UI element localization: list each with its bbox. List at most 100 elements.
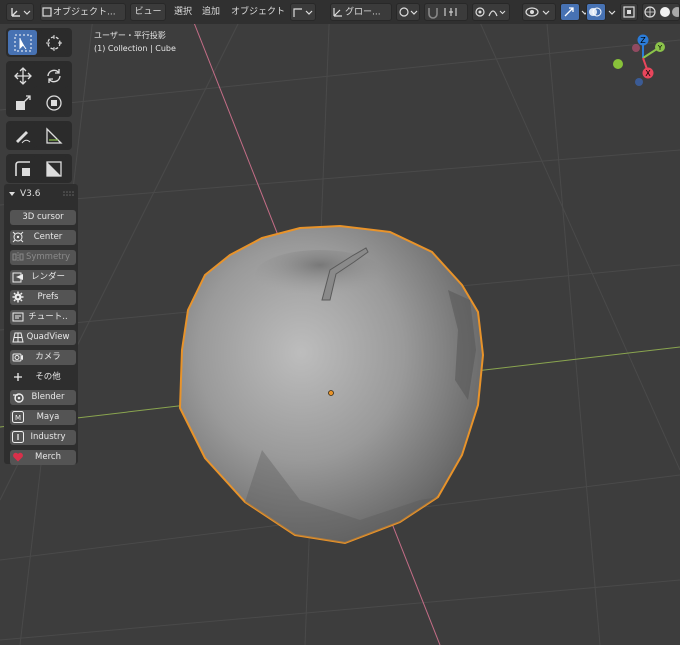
navigation-gizmo[interactable]: Z Y X [608, 30, 678, 92]
visibility-dropdown[interactable] [522, 3, 556, 21]
snap-magnet-icon [428, 8, 457, 19]
tool-shelf [6, 28, 72, 187]
mode-label: オブジェクト... [53, 7, 116, 18]
axis-editor-icon [11, 8, 31, 17]
inset-tool[interactable] [8, 156, 37, 181]
merch-label: Merch [35, 452, 61, 462]
addon-panel: V3.6 3D cursor Center Symmetry レンダー Pref… [4, 184, 78, 465]
camera-icon [12, 353, 23, 362]
xray-toggle[interactable] [620, 3, 638, 21]
gizmo-dropdown[interactable] [290, 3, 316, 21]
pivot-icon [399, 7, 418, 17]
other-button[interactable]: その他 [10, 370, 76, 385]
rotate-tool[interactable] [39, 63, 68, 88]
transform-tool-group [6, 61, 72, 117]
overlay-icon [589, 7, 602, 17]
plus-icon [14, 373, 22, 381]
collection-info: (1) Collection | Cube [94, 44, 176, 53]
add-tool-group [6, 154, 72, 183]
symmetry-button[interactable]: Symmetry [10, 250, 76, 265]
blender-label: Blender [31, 392, 65, 402]
select-box-icon [14, 34, 31, 51]
gizmo-icon [564, 7, 574, 17]
other-label: その他 [35, 372, 61, 382]
transform-icon [45, 94, 62, 111]
eye-icon [525, 7, 550, 17]
cube-wire-icon [293, 8, 313, 17]
shading-icon [644, 6, 679, 18]
render-icon [12, 272, 23, 283]
transform-orientation-icon [333, 8, 342, 17]
annotate-tool[interactable] [8, 123, 37, 148]
menu-object[interactable]: オブジェクト [228, 3, 288, 21]
tutorial-label: チュート.. [28, 312, 68, 322]
mode-dropdown[interactable]: オブジェクト... [40, 3, 126, 21]
center-icon [12, 231, 24, 243]
menu-add[interactable]: 追加 [198, 3, 224, 21]
maya-icon: M [12, 411, 24, 423]
cursor-3d-button[interactable]: 3D cursor [10, 210, 76, 225]
cursor-icon [45, 34, 62, 51]
industry-icon [12, 431, 24, 443]
shading-modes[interactable] [642, 3, 680, 21]
menu-view-label: ビュー [134, 7, 162, 17]
bevel-tool[interactable] [39, 156, 68, 181]
menu-object-label: オブジェクト [230, 7, 285, 17]
center-button[interactable]: Center [10, 230, 76, 245]
gizmo-toggle[interactable] [560, 3, 580, 21]
panel-title: V3.6 [20, 189, 41, 199]
render-label: レンダー [30, 272, 65, 282]
center-label: Center [33, 232, 63, 242]
scale-tool[interactable] [8, 90, 37, 115]
object-origin [328, 390, 334, 396]
cursor-tool[interactable] [39, 30, 68, 55]
quadview-icon [12, 332, 24, 343]
industry-label: Industry [30, 432, 66, 442]
gear-icon [12, 291, 24, 303]
orientation-dropdown[interactable]: グロー... [330, 3, 392, 21]
drag-handle-icon[interactable] [62, 190, 74, 198]
select-tool-group [6, 28, 72, 57]
menu-add-label: 追加 [201, 7, 220, 17]
proportional-edit-icon [475, 7, 506, 17]
object-mode-icon [42, 7, 52, 17]
proportional-edit-group[interactable] [472, 3, 510, 21]
bevel-icon [45, 160, 62, 177]
chevron-down-icon [608, 10, 616, 15]
maya-button[interactable]: M Maya [10, 410, 76, 425]
quadview-label: QuadView [26, 332, 70, 342]
heart-icon [13, 452, 23, 462]
snap-group[interactable] [424, 3, 468, 21]
blender-button[interactable]: Blender [10, 390, 76, 405]
tutorial-button[interactable]: チュート.. [10, 310, 76, 325]
maya-label: Maya [36, 412, 60, 422]
camera-button[interactable]: カメラ [10, 350, 76, 365]
rotate-icon [46, 68, 61, 83]
viewport-header: オブジェクト... ビュー 選択 追加 オブジェクト グロー... [0, 0, 680, 24]
symmetry-label: Symmetry [25, 252, 71, 262]
overlay-dropdown-arrow[interactable] [607, 3, 617, 21]
move-tool[interactable] [8, 63, 37, 88]
industry-button[interactable]: Industry [10, 430, 76, 445]
viewport-scene[interactable] [0, 0, 680, 645]
overlay-toggle[interactable] [586, 3, 606, 21]
apple-mesh[interactable] [178, 224, 485, 545]
measure-tool[interactable] [39, 123, 68, 148]
transform-tool[interactable] [39, 90, 68, 115]
svg-text:M: M [15, 414, 21, 422]
3d-viewport[interactable]: オブジェクト... ビュー 選択 追加 オブジェクト グロー... ユーザー・平… [0, 0, 680, 645]
panel-header[interactable]: V3.6 [4, 184, 78, 204]
quadview-button[interactable]: QuadView [10, 330, 76, 345]
render-button[interactable]: レンダー [10, 270, 76, 285]
pivot-dropdown[interactable] [396, 3, 420, 21]
y-axis-label: Y [657, 44, 663, 52]
menu-select[interactable]: 選択 [171, 3, 195, 21]
merch-button[interactable]: Merch [10, 450, 76, 465]
orientation-label: グロー... [345, 7, 381, 18]
prefs-button[interactable]: Prefs [10, 290, 76, 305]
editor-type-button[interactable] [6, 3, 34, 21]
x-axis-label: X [645, 69, 651, 78]
prefs-label: Prefs [37, 292, 59, 302]
select-box-tool[interactable] [8, 30, 37, 55]
menu-view[interactable]: ビュー [130, 3, 166, 21]
